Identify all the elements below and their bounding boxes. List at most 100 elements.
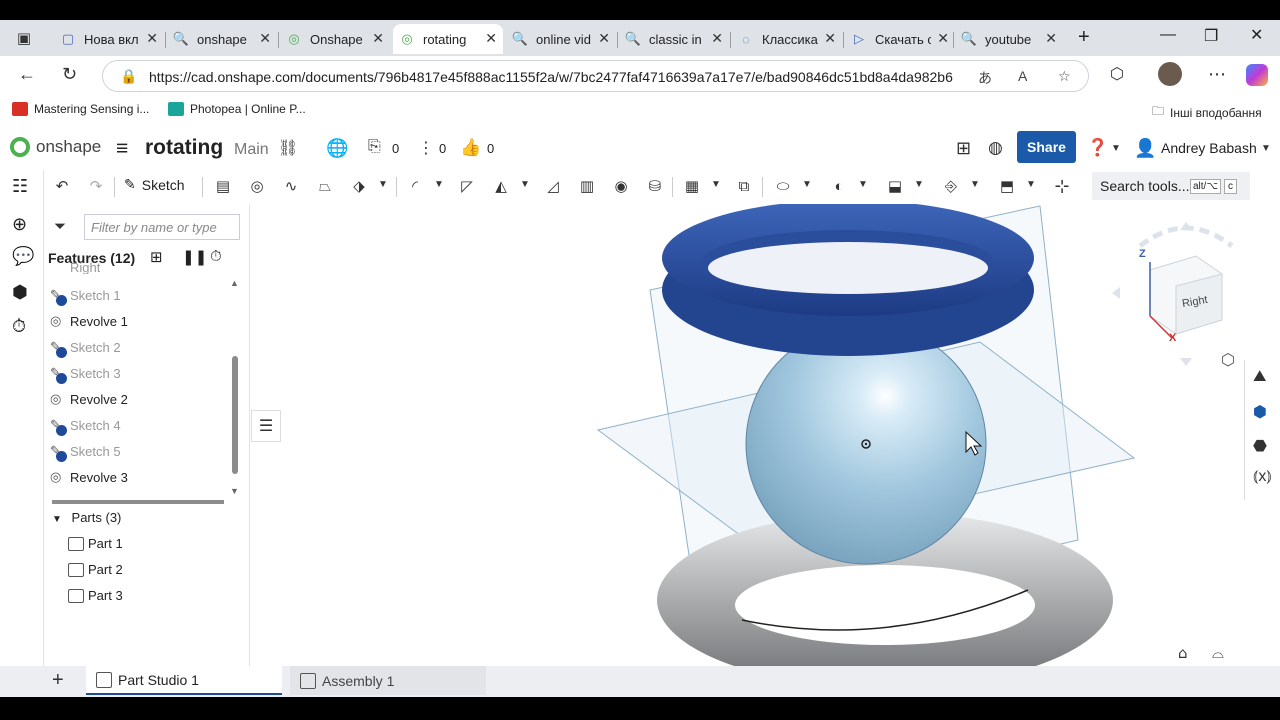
chevron-down-icon[interactable]: ▼ [1261,143,1271,154]
feature-item-revolve[interactable]: ◎ Revolve 3 [50,466,128,488]
onshape-logo[interactable]: onshape [10,137,101,157]
custom-features-icon[interactable]: ⦅x⦆ [1253,468,1272,486]
parts-header[interactable]: ▼ Parts (3) [52,510,121,525]
browser-tab[interactable]: ▢ Нова вкл ✕ [54,24,164,54]
url-text[interactable]: https://cad.onshape.com/documents/796b48… [149,69,953,85]
chevron-down-icon[interactable]: ▼ [970,179,980,190]
favorite-star-icon[interactable]: ☆ [1058,68,1071,85]
browser-tab[interactable]: ◎ Onshape ✕ [280,24,390,54]
back-icon[interactable]: ← [18,64,36,85]
thicken-icon[interactable]: ⬗ [349,176,369,196]
pattern-icon[interactable]: ▦ [682,176,702,196]
undo-icon[interactable]: ↶ [52,176,72,196]
variables-icon[interactable]: ⬣ [1253,436,1267,456]
browser-tab[interactable]: 🔍 onshape ✕ [167,24,277,54]
learning-center-icon[interactable]: ◍ [988,138,1003,158]
add-folder-icon[interactable]: ⊞ [150,248,163,266]
bookmark-item[interactable]: Mastering Sensing i... [12,102,149,116]
chevron-down-icon[interactable]: ▼ [1026,179,1036,190]
chevron-down-icon[interactable]: ▼ [520,179,530,190]
close-window-icon[interactable]: ✕ [1250,25,1263,45]
chevron-down-icon[interactable]: ▼ [802,179,812,190]
draft-icon[interactable]: ◭ [491,176,511,196]
hamburger-menu-icon[interactable]: ≡ [116,137,128,161]
minimize-icon[interactable]: — [1160,26,1176,44]
close-icon[interactable]: ✕ [1045,30,1057,47]
close-icon[interactable]: ✕ [485,30,497,47]
feature-partial-row[interactable]: Right [50,260,100,274]
branches-icon[interactable]: ⋮ [418,138,434,158]
filter-icon[interactable]: ⏷ [54,218,66,235]
close-icon[interactable]: ✕ [937,30,949,47]
chevron-down-icon[interactable]: ▼ [378,179,388,190]
tab-assembly[interactable]: Assembly 1 [290,666,486,695]
user-icon[interactable]: 👤 [1134,138,1156,159]
translate-icon[interactable]: あ [978,68,992,88]
transform-icon[interactable]: ⬓ [885,176,905,196]
feature-list-icon[interactable]: ☷ [12,176,28,197]
mirror-icon[interactable]: ⧉ [734,176,754,196]
feature-item-revolve[interactable]: ◎ Revolve 2 [50,388,128,410]
reload-icon[interactable]: ↻ [62,64,77,85]
feature-item-revolve[interactable]: ◎ Revolve 1 [50,310,128,332]
app-store-icon[interactable]: ⊞ [956,138,971,159]
versions-icon[interactable]: ⎘ [368,138,381,156]
feature-item-sketch[interactable]: ✎ Sketch 4 [50,414,121,436]
thread-icon[interactable]: ⛁ [645,176,665,196]
chevron-down-icon[interactable]: ▼ [914,179,924,190]
chevron-down-icon[interactable]: ▼ [1111,143,1121,154]
parts-icon[interactable]: ⬢ [12,282,28,303]
more-menu-icon[interactable]: ⋯ [1208,64,1226,85]
chamfer-icon[interactable]: ◸ [457,176,477,196]
close-icon[interactable]: ✕ [711,30,723,47]
tab-actions-icon[interactable]: ▣ [14,28,34,48]
restore-icon[interactable]: ❐ [1204,26,1218,46]
redo-icon[interactable]: ↷ [86,176,106,196]
add-element-icon[interactable]: + [52,669,64,692]
copilot-icon[interactable] [1246,64,1268,86]
bookmark-item[interactable]: Photopea | Online P... [168,102,306,116]
chevron-down-icon[interactable]: ▼ [858,179,868,190]
browser-tab[interactable]: 🔍 classic in ✕ [619,24,729,54]
profile-avatar[interactable] [1158,62,1182,86]
extensions-icon[interactable]: ⬡ [1110,64,1124,84]
model-canvas[interactable]: ⌂ ⌓ ⚖ [250,204,1244,666]
feature-scrollbar[interactable] [232,356,238,474]
shell-icon[interactable]: ▥ [577,176,597,196]
address-bar[interactable]: 🔒 https://cad.onshape.com/documents/796b… [102,60,1089,92]
chevron-down-icon[interactable]: ▼ [711,179,721,190]
share-button[interactable]: Share [1017,131,1076,163]
link-icon[interactable]: ⛓ [278,138,298,158]
document-name[interactable]: rotating [145,136,223,160]
feature-item-sketch[interactable]: ✎ Sketch 5 [50,440,121,462]
part-item[interactable]: Part 2 [68,562,123,577]
fillet-icon[interactable]: ◜ [405,176,425,196]
close-icon[interactable]: ✕ [259,30,271,47]
browser-tab[interactable]: 🔍 youtube ✕ [955,24,1063,54]
close-icon[interactable]: ✕ [372,30,384,47]
insert-icon[interactable]: ⊕ [12,214,27,235]
modify-icon[interactable]: ⬒ [997,176,1017,196]
part-item[interactable]: Part 1 [68,536,123,551]
scroll-down-icon[interactable]: ▼ [230,486,239,496]
browser-tab[interactable]: ▷ Скачать с ✕ [845,24,955,54]
split-icon[interactable]: ◐ [829,176,849,196]
view-cube[interactable] [1112,222,1244,366]
search-tools-input[interactable]: Search tools... alt/⌥ c [1092,172,1250,200]
tab-part-studio[interactable]: Part Studio 1 [86,666,282,695]
delete-part-icon[interactable]: ⎆ [941,176,961,196]
rib-icon[interactable]: ◿ [543,176,563,196]
add-custom-feature-icon[interactable]: ⊹ [1052,176,1072,196]
filter-input[interactable]: Filter by name or type [84,214,240,240]
feature-item-sketch[interactable]: ✎ Sketch 2 [50,336,121,358]
feature-item-sketch[interactable]: ✎ Sketch 1 [50,284,121,306]
pause-icon[interactable]: ❚❚ [182,248,207,266]
browser-tab[interactable]: ◌ Классика ✕ [732,24,842,54]
close-icon[interactable]: ✕ [146,30,158,47]
comments-icon[interactable]: 💬 [12,246,34,267]
like-icon[interactable]: 👍 [460,138,481,158]
chevron-down-icon[interactable]: ▼ [434,179,444,190]
stopwatch-icon[interactable]: ⏱ [210,248,222,265]
horizontal-scrollbar[interactable] [52,500,224,504]
scroll-up-icon[interactable]: ▲ [230,278,239,288]
